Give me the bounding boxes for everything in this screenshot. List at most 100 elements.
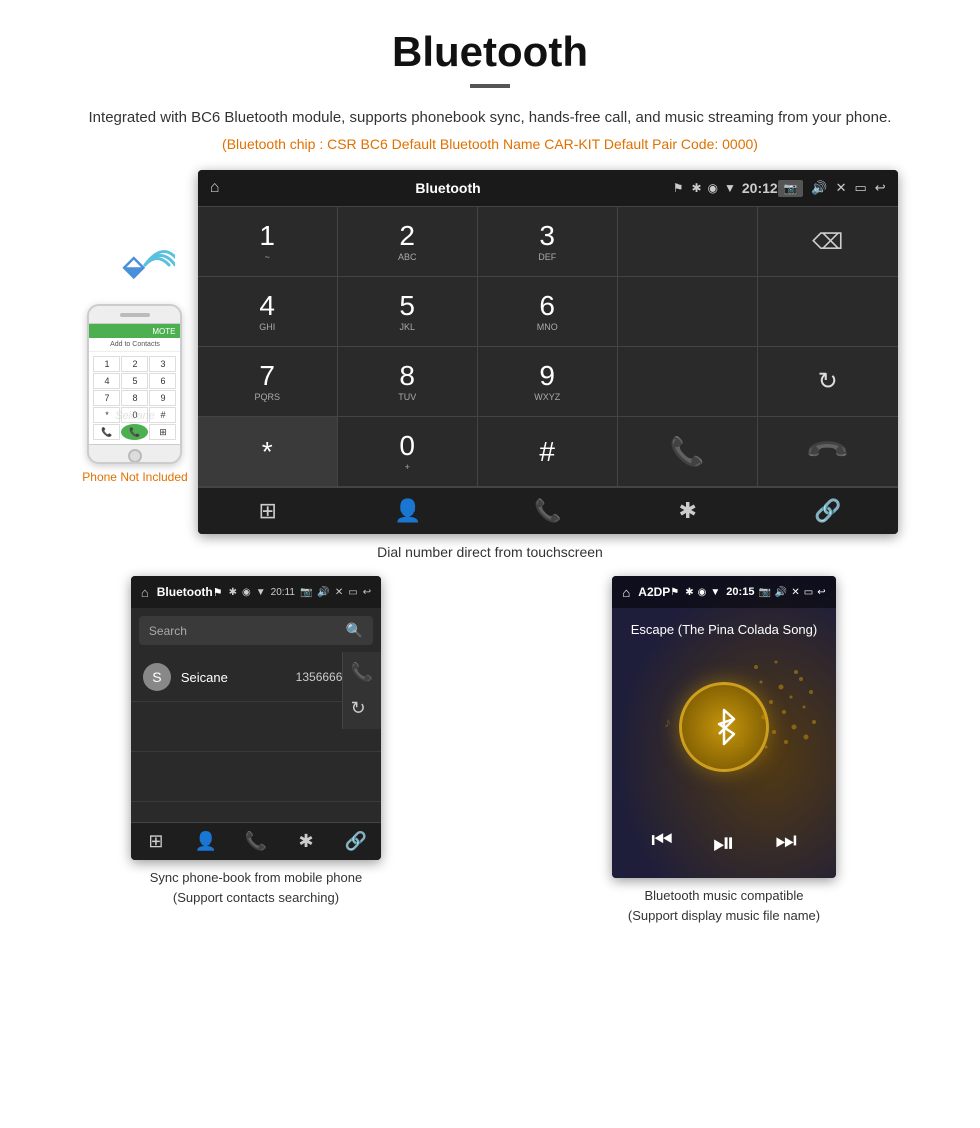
dial-empty-2 <box>618 277 758 347</box>
m-screen-title: A2DP <box>638 585 670 599</box>
sidebar-refresh-icon[interactable]: ↻ <box>351 698 373 719</box>
song-title: Escape (The Pina Colada Song) <box>612 608 835 647</box>
music-content: ⌂ A2DP ⚑ ✱ ◉ ▼ 20:15 📷 🔊 ✕ ▭ ↩ Escape (T… <box>612 576 835 878</box>
contacts-screen: ⌂ Bluetooth ⚑ ✱ ◉ ▼ 20:11 📷 🔊 ✕ ▭ ↩ Sear… <box>131 576 381 860</box>
nav-contacts[interactable]: 👤 <box>338 498 478 524</box>
c-nav-phone[interactable]: 📞 <box>231 831 281 852</box>
main-status-bar: ⌂ Bluetooth ⚑ ✱ ◉ ▼ 20:12 📷 🔊 ✕ ▭ ↩ <box>198 170 898 206</box>
contact-name: Seicane <box>181 670 296 685</box>
dial-key-1[interactable]: 1 ~ <box>198 207 338 277</box>
contacts-bottom-nav: ⊞ 👤 📞 ✱ 🔗 <box>131 822 381 860</box>
c-win-icon: ▭ <box>348 587 357 598</box>
right-status-icons: 📷 🔊 ✕ ▭ ↩ <box>778 180 886 197</box>
window-icon: ▭ <box>855 180 867 196</box>
m-win-icon: ▭ <box>804 587 813 598</box>
c-screen-title: Bluetooth <box>157 585 213 599</box>
search-bar[interactable]: Search 🔍 <box>139 616 373 645</box>
screen-title: Bluetooth <box>231 180 664 196</box>
main-section: ⬙ MOTE Add to Contacts 123 456 789 *0# 📞… <box>30 170 950 534</box>
sidebar-phone-icon[interactable]: 📞 <box>351 662 373 683</box>
dial-call-red[interactable]: 📞 <box>758 417 898 487</box>
nav-dialpad[interactable]: ⊞ <box>198 498 338 524</box>
phone-not-included-label: Phone Not Included <box>82 470 187 484</box>
right-caption: Bluetooth music compatible(Support displ… <box>628 886 820 925</box>
music-play-pause-icon[interactable]: ⏯ <box>713 827 735 860</box>
nav-link[interactable]: 🔗 <box>758 498 898 524</box>
volume-icon: 🔊 <box>811 180 827 196</box>
page-title: Bluetooth <box>0 0 980 84</box>
c-home-icon: ⌂ <box>141 585 149 600</box>
nav-phone[interactable]: 📞 <box>478 498 618 524</box>
back-icon: ↩ <box>875 180 886 196</box>
m-x-icon: ✕ <box>791 587 799 598</box>
contacts-screen-wrapper: ⌂ Bluetooth ⚑ ✱ ◉ ▼ 20:11 📷 🔊 ✕ ▭ ↩ Sear… <box>30 576 482 925</box>
dial-key-9[interactable]: 9 WXYZ <box>478 347 618 417</box>
m-loc-icon: ◉ <box>698 587 707 598</box>
close-icon: ✕ <box>836 180 847 196</box>
music-prev-icon[interactable]: ⏮ <box>651 827 673 860</box>
c-wifi-icon: ▼ <box>256 587 266 598</box>
music-dots: ♪ ♫ ♪ <box>656 647 816 807</box>
dial-call-green[interactable]: 📞 <box>618 417 758 487</box>
dial-empty-1 <box>618 207 758 277</box>
c-nav-link[interactable]: 🔗 <box>331 831 381 852</box>
c-nav-user[interactable]: 👤 <box>181 831 231 852</box>
svg-text:♪: ♪ <box>706 759 711 770</box>
c-back-icon: ↩ <box>363 587 371 598</box>
status-time: 20:12 <box>742 180 778 196</box>
description-text: Integrated with BC6 Bluetooth module, su… <box>80 106 900 130</box>
m-vol-icon: 🔊 <box>775 587 787 598</box>
home-icon: ⌂ <box>210 179 220 197</box>
dial-key-3[interactable]: 3 DEF <box>478 207 618 277</box>
music-controls: ⏮ ⏯ ⏭ <box>612 807 835 878</box>
dial-key-star[interactable]: * <box>198 417 338 487</box>
c-cam-icon: 📷 <box>300 587 312 598</box>
bt-signal-icon: ⬙ <box>95 230 175 300</box>
phone-illustration: ⬙ MOTE Add to Contacts 123 456 789 *0# 📞… <box>82 230 187 484</box>
m-usb-icon: ⚑ <box>670 587 679 598</box>
dial-key-2[interactable]: 2 ABC <box>338 207 478 277</box>
main-dial-screen: ⌂ Bluetooth ⚑ ✱ ◉ ▼ 20:12 📷 🔊 ✕ ▭ ↩ 1 ~ <box>198 170 898 534</box>
music-status-bar: ⌂ A2DP ⚑ ✱ ◉ ▼ 20:15 📷 🔊 ✕ ▭ ↩ <box>612 576 835 608</box>
dial-key-5[interactable]: 5 JKL <box>338 277 478 347</box>
m-home-icon: ⌂ <box>622 585 630 600</box>
dial-key-7[interactable]: 7 PQRS <box>198 347 338 417</box>
wifi-icon: ▼ <box>724 181 736 195</box>
c-usb-icon: ⚑ <box>213 586 223 599</box>
main-caption: Dial number direct from touchscreen <box>0 544 980 560</box>
c-nav-dialpad[interactable]: ⊞ <box>131 831 181 852</box>
search-input[interactable]: Search <box>149 624 346 638</box>
music-screen-wrapper: ⌂ A2DP ⚑ ✱ ◉ ▼ 20:15 📷 🔊 ✕ ▭ ↩ Escape (T… <box>498 576 950 925</box>
c-nav-bt[interactable]: ✱ <box>281 831 331 852</box>
m-back-icon: ↩ <box>817 587 825 598</box>
c-vol-icon: 🔊 <box>317 587 329 598</box>
dial-key-4[interactable]: 4 GHI <box>198 277 338 347</box>
specs-text: (Bluetooth chip : CSR BC6 Default Blueto… <box>0 136 980 152</box>
svg-text:♪: ♪ <box>664 714 671 730</box>
dial-key-0[interactable]: 0 + <box>338 417 478 487</box>
camera-icon: 📷 <box>778 180 804 197</box>
music-next-icon[interactable]: ⏭ <box>775 827 797 860</box>
loc-icon: ◉ <box>708 181 718 195</box>
status-icons: ✱ ◉ ▼ 20:12 <box>691 180 777 196</box>
dial-key-hash[interactable]: # <box>478 417 618 487</box>
dialpad-grid: 1 ~ 2 ABC 3 DEF ⌫ 4 GHI 5 JKL <box>198 206 898 487</box>
m-bt-icon: ✱ <box>685 587 693 598</box>
contact-initial: S <box>143 663 171 691</box>
svg-text:⬙: ⬙ <box>122 250 146 281</box>
dial-key-6[interactable]: 6 MNO <box>478 277 618 347</box>
contacts-status-bar: ⌂ Bluetooth ⚑ ✱ ◉ ▼ 20:11 📷 🔊 ✕ ▭ ↩ <box>131 576 381 608</box>
main-bottom-nav: ⊞ 👤 📞 ✱ 🔗 <box>198 487 898 534</box>
dial-backspace[interactable]: ⌫ <box>758 207 898 277</box>
dial-empty-4 <box>618 347 758 417</box>
c-loc-icon: ◉ <box>242 587 251 598</box>
phone-mock: MOTE Add to Contacts 123 456 789 *0# 📞📞⊞… <box>87 304 182 464</box>
c-time: 20:11 <box>271 587 295 598</box>
bottom-screens: ⌂ Bluetooth ⚑ ✱ ◉ ▼ 20:11 📷 🔊 ✕ ▭ ↩ Sear… <box>30 576 950 925</box>
m-time: 20:15 <box>726 586 754 598</box>
nav-bluetooth[interactable]: ✱ <box>618 498 758 524</box>
dial-key-8[interactable]: 8 TUV <box>338 347 478 417</box>
dial-refresh[interactable]: ↻ <box>758 347 898 417</box>
svg-text:♫: ♫ <box>736 736 745 750</box>
bt-status-icon: ✱ <box>691 181 701 195</box>
